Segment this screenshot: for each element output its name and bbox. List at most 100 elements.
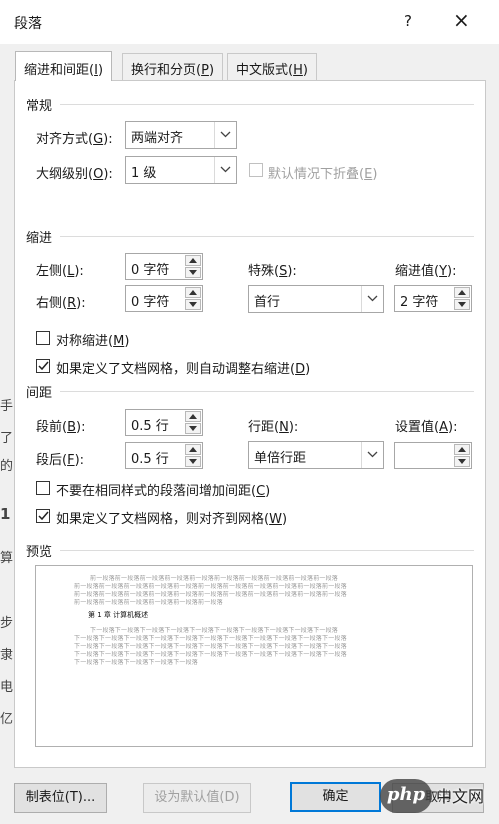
checkmark-icon bbox=[38, 361, 49, 371]
background-fragment: 隶 bbox=[0, 648, 14, 663]
php-logo: php bbox=[380, 779, 432, 813]
indent-left-label: 左侧(L): bbox=[36, 264, 84, 279]
indent-by-label: 缩进值(Y): bbox=[395, 264, 457, 279]
auto-adjust-right-indent-label: 如果定义了文档网格，则自动调整右缩进(D) bbox=[56, 362, 311, 377]
help-button[interactable]: ? bbox=[404, 12, 412, 30]
space-before-value: 0.5 行 bbox=[131, 419, 169, 434]
preview-sample-heading: 第 1 章 计算机概述 bbox=[88, 611, 149, 619]
section-divider bbox=[60, 104, 474, 105]
tab-line-page-breaks[interactable]: 换行和分页(P) bbox=[122, 53, 224, 80]
chevron-down-icon bbox=[214, 122, 236, 148]
auto-adjust-right-indent-checkbox[interactable] bbox=[36, 359, 50, 373]
preview-prev-line: 前一段落前一段落前一段落前一段落前一段落前一段落 bbox=[74, 599, 223, 606]
preview-section-title: 预览 bbox=[26, 545, 53, 560]
preview-prev-line: 前一段落前一段落前一段落前一段落前一段落前一段落前一段落前一段落前一段落前一段落… bbox=[74, 583, 347, 590]
background-fragment: 电 bbox=[0, 680, 14, 695]
line-spacing-dropdown[interactable]: 单倍行距 bbox=[248, 441, 384, 469]
tab-asian-typography[interactable]: 中文版式(H) bbox=[227, 53, 317, 80]
line-spacing-value: 单倍行距 bbox=[254, 451, 307, 466]
background-fragment: 了 bbox=[0, 431, 14, 446]
outline-level-dropdown[interactable]: 1 级 bbox=[125, 156, 237, 184]
spin-down-button[interactable] bbox=[454, 456, 470, 467]
set-as-default-button[interactable]: 设为默认值(D) bbox=[143, 783, 251, 813]
outline-level-value: 1 级 bbox=[131, 166, 157, 181]
spin-up-button[interactable] bbox=[454, 444, 470, 455]
space-after-spinner[interactable]: 0.5 行 bbox=[125, 442, 203, 469]
special-indent-value: 首行 bbox=[254, 295, 281, 310]
spin-down-button[interactable] bbox=[185, 299, 201, 310]
preview-prev-line: 前一段落前一段落前一段落前一段落前一段落前一段落前一段落前一段落前一段落前一段落… bbox=[74, 591, 347, 598]
general-section-title: 常规 bbox=[26, 99, 53, 114]
mirror-indents-checkbox[interactable] bbox=[36, 331, 50, 345]
no-space-same-style-label: 不要在相同样式的段落间增加间距(C) bbox=[56, 484, 271, 499]
outline-level-label: 大纲级别(O): bbox=[36, 167, 113, 182]
collapse-by-default-checkbox[interactable] bbox=[249, 163, 263, 177]
alignment-dropdown[interactable]: 两端对齐 bbox=[125, 121, 237, 149]
indent-right-value: 0 字符 bbox=[131, 295, 170, 310]
no-space-same-style-checkbox[interactable] bbox=[36, 481, 50, 495]
special-indent-dropdown[interactable]: 首行 bbox=[248, 285, 384, 313]
access-key: P bbox=[201, 63, 209, 78]
spacing-section-title: 间距 bbox=[26, 386, 53, 401]
checkmark-icon bbox=[38, 511, 49, 521]
spin-up-button[interactable] bbox=[185, 444, 201, 455]
spin-down-button[interactable] bbox=[185, 423, 201, 434]
indent-left-value: 0 字符 bbox=[131, 263, 170, 278]
space-before-spinner[interactable]: 0.5 行 bbox=[125, 409, 203, 436]
preview-next-line: 下一段落下一段落下一段落下一段落下一段落下一段落下一段落下一段落下一段落下一段落 bbox=[90, 627, 339, 634]
tab-indents-spacing[interactable]: 缩进和间距(I) bbox=[15, 51, 113, 81]
spin-up-button[interactable] bbox=[454, 287, 470, 298]
preview-next-line: 下一段落下一段落下一段落下一段落下一段落下一段落下一段落下一段落下一段落下一段落… bbox=[74, 643, 347, 650]
preview-next-line: 下一段落下一段落下一段落下一段落下一段落下一段落下一段落下一段落下一段落下一段落… bbox=[74, 635, 347, 642]
indent-right-label: 右侧(R): bbox=[36, 296, 86, 311]
indent-left-spinner[interactable]: 0 字符 bbox=[125, 253, 203, 280]
background-fragment: 的 bbox=[0, 459, 14, 474]
access-key: H bbox=[293, 63, 303, 78]
spin-down-button[interactable] bbox=[185, 456, 201, 467]
spin-up-button[interactable] bbox=[185, 255, 201, 266]
watermark-overlay: php 中文网 bbox=[380, 777, 499, 817]
indent-right-spinner[interactable]: 0 字符 bbox=[125, 285, 203, 312]
collapse-by-default-label: 默认情况下折叠(E) bbox=[268, 167, 378, 182]
spin-down-button[interactable] bbox=[185, 267, 201, 278]
tab-label: 换行和分页 bbox=[131, 63, 197, 78]
space-before-label: 段前(B): bbox=[36, 420, 86, 435]
background-fragment: 手 bbox=[0, 399, 14, 414]
alignment-value: 两端对齐 bbox=[131, 131, 184, 146]
spacing-at-label: 设置值(A): bbox=[395, 420, 458, 435]
tab-label: 缩进和间距 bbox=[24, 63, 90, 78]
section-divider bbox=[60, 550, 474, 551]
indent-by-spinner[interactable]: 2 字符 bbox=[394, 285, 472, 312]
special-indent-label: 特殊(S): bbox=[248, 264, 297, 279]
space-after-value: 0.5 行 bbox=[131, 452, 169, 467]
mirror-indents-label: 对称缩进(M) bbox=[56, 334, 130, 349]
chevron-down-icon bbox=[214, 157, 236, 183]
spin-up-button[interactable] bbox=[185, 287, 201, 298]
tabs-button[interactable]: 制表位(T)... bbox=[14, 783, 107, 813]
background-fragment: 1 bbox=[0, 505, 11, 523]
close-button[interactable]: × bbox=[453, 8, 470, 32]
snap-to-grid-checkbox[interactable] bbox=[36, 509, 50, 523]
spin-up-button[interactable] bbox=[185, 411, 201, 422]
preview-next-line: 下一段落下一段落下一段落下一段落下一段落 bbox=[74, 659, 199, 666]
indentation-section-title: 缩进 bbox=[26, 231, 53, 246]
paragraph-preview: 前一段落前一段落前一段落前一段落前一段落前一段落前一段落前一段落前一段落前一段落… bbox=[35, 565, 473, 747]
line-spacing-label: 行距(N): bbox=[248, 420, 299, 435]
ok-button[interactable]: 确定 bbox=[290, 782, 381, 812]
section-divider bbox=[60, 236, 474, 237]
background-fragment: 步 bbox=[0, 616, 14, 631]
chevron-down-icon bbox=[361, 442, 383, 468]
background-fragment: 亿 bbox=[0, 712, 14, 727]
spin-down-button[interactable] bbox=[454, 299, 470, 310]
watermark-site-name: 中文网 bbox=[436, 787, 485, 806]
tab-label: 中文版式 bbox=[236, 63, 289, 78]
snap-to-grid-label: 如果定义了文档网格，则对齐到网格(W) bbox=[56, 512, 288, 527]
spacing-at-spinner[interactable] bbox=[394, 442, 472, 469]
preview-next-line: 下一段落下一段落下一段落下一段落下一段落下一段落下一段落下一段落下一段落下一段落… bbox=[74, 651, 347, 658]
preview-prev-line: 前一段落前一段落前一段落前一段落前一段落前一段落前一段落前一段落前一段落前一段落 bbox=[90, 575, 339, 582]
background-fragment: 算 bbox=[0, 551, 14, 566]
dialog-title: 段落 bbox=[14, 16, 42, 32]
title-bar bbox=[0, 0, 499, 44]
section-divider bbox=[60, 391, 474, 392]
indent-by-value: 2 字符 bbox=[400, 295, 439, 310]
